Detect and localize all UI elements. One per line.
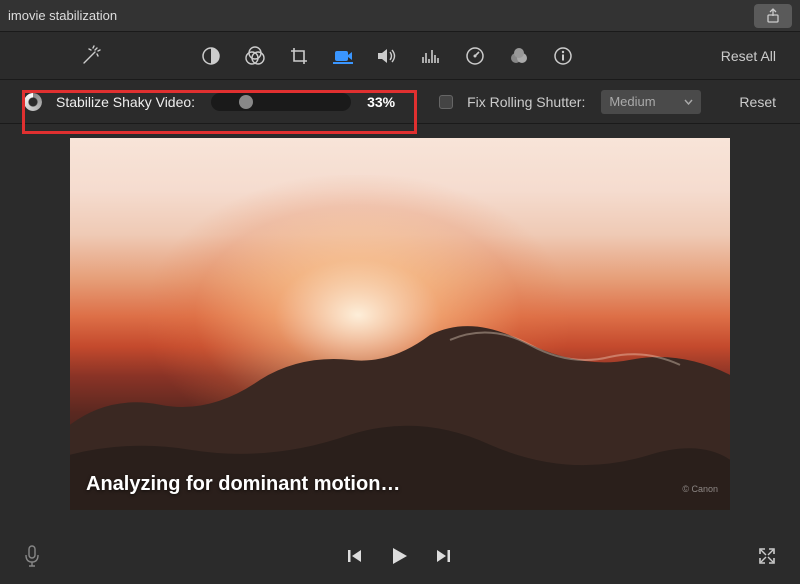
rolling-shutter-label: Fix Rolling Shutter:	[467, 94, 585, 110]
rolling-shutter-dropdown[interactable]: Medium	[601, 90, 701, 114]
info-icon[interactable]	[552, 45, 574, 67]
color-balance-icon[interactable]	[200, 45, 222, 67]
stabilization-icon[interactable]	[332, 45, 354, 67]
slider-thumb[interactable]	[239, 95, 253, 109]
playback-bar	[0, 536, 800, 576]
volume-icon[interactable]	[376, 45, 398, 67]
fullscreen-button[interactable]	[758, 547, 776, 565]
titlebar: imovie stabilization	[0, 0, 800, 32]
stabilization-controls: Stabilize Shaky Video: 33% Fix Rolling S…	[0, 80, 800, 124]
color-correction-icon[interactable]	[244, 45, 266, 67]
reset-all-button[interactable]: Reset All	[721, 48, 776, 64]
voiceover-button[interactable]	[24, 545, 40, 567]
share-icon	[765, 8, 781, 24]
rolling-shutter-checkbox[interactable]	[439, 95, 453, 109]
next-frame-button[interactable]	[434, 547, 452, 565]
reset-button[interactable]: Reset	[739, 94, 776, 110]
dropdown-value: Medium	[609, 94, 655, 109]
magic-wand-icon[interactable]	[80, 45, 102, 67]
stabilize-slider[interactable]	[211, 93, 351, 111]
inspector-toolbar: Reset All	[0, 32, 800, 80]
transport-controls	[346, 545, 452, 567]
speed-icon[interactable]	[464, 45, 486, 67]
play-button[interactable]	[388, 545, 410, 567]
chevron-down-icon	[684, 99, 693, 105]
color-filters-icon[interactable]	[508, 45, 530, 67]
crop-icon[interactable]	[288, 45, 310, 67]
loading-spinner-icon	[24, 93, 42, 111]
video-preview: Analyzing for dominant motion… © Canon	[70, 138, 730, 510]
analysis-status: Analyzing for dominant motion…	[86, 473, 400, 496]
prev-frame-button[interactable]	[346, 547, 364, 565]
share-button[interactable]	[754, 4, 792, 28]
window-title: imovie stabilization	[8, 8, 117, 23]
noise-reduction-icon[interactable]	[420, 45, 442, 67]
preview-watermark: © Canon	[682, 484, 718, 494]
stabilize-value: 33%	[367, 94, 403, 110]
stabilize-label: Stabilize Shaky Video:	[56, 94, 195, 110]
